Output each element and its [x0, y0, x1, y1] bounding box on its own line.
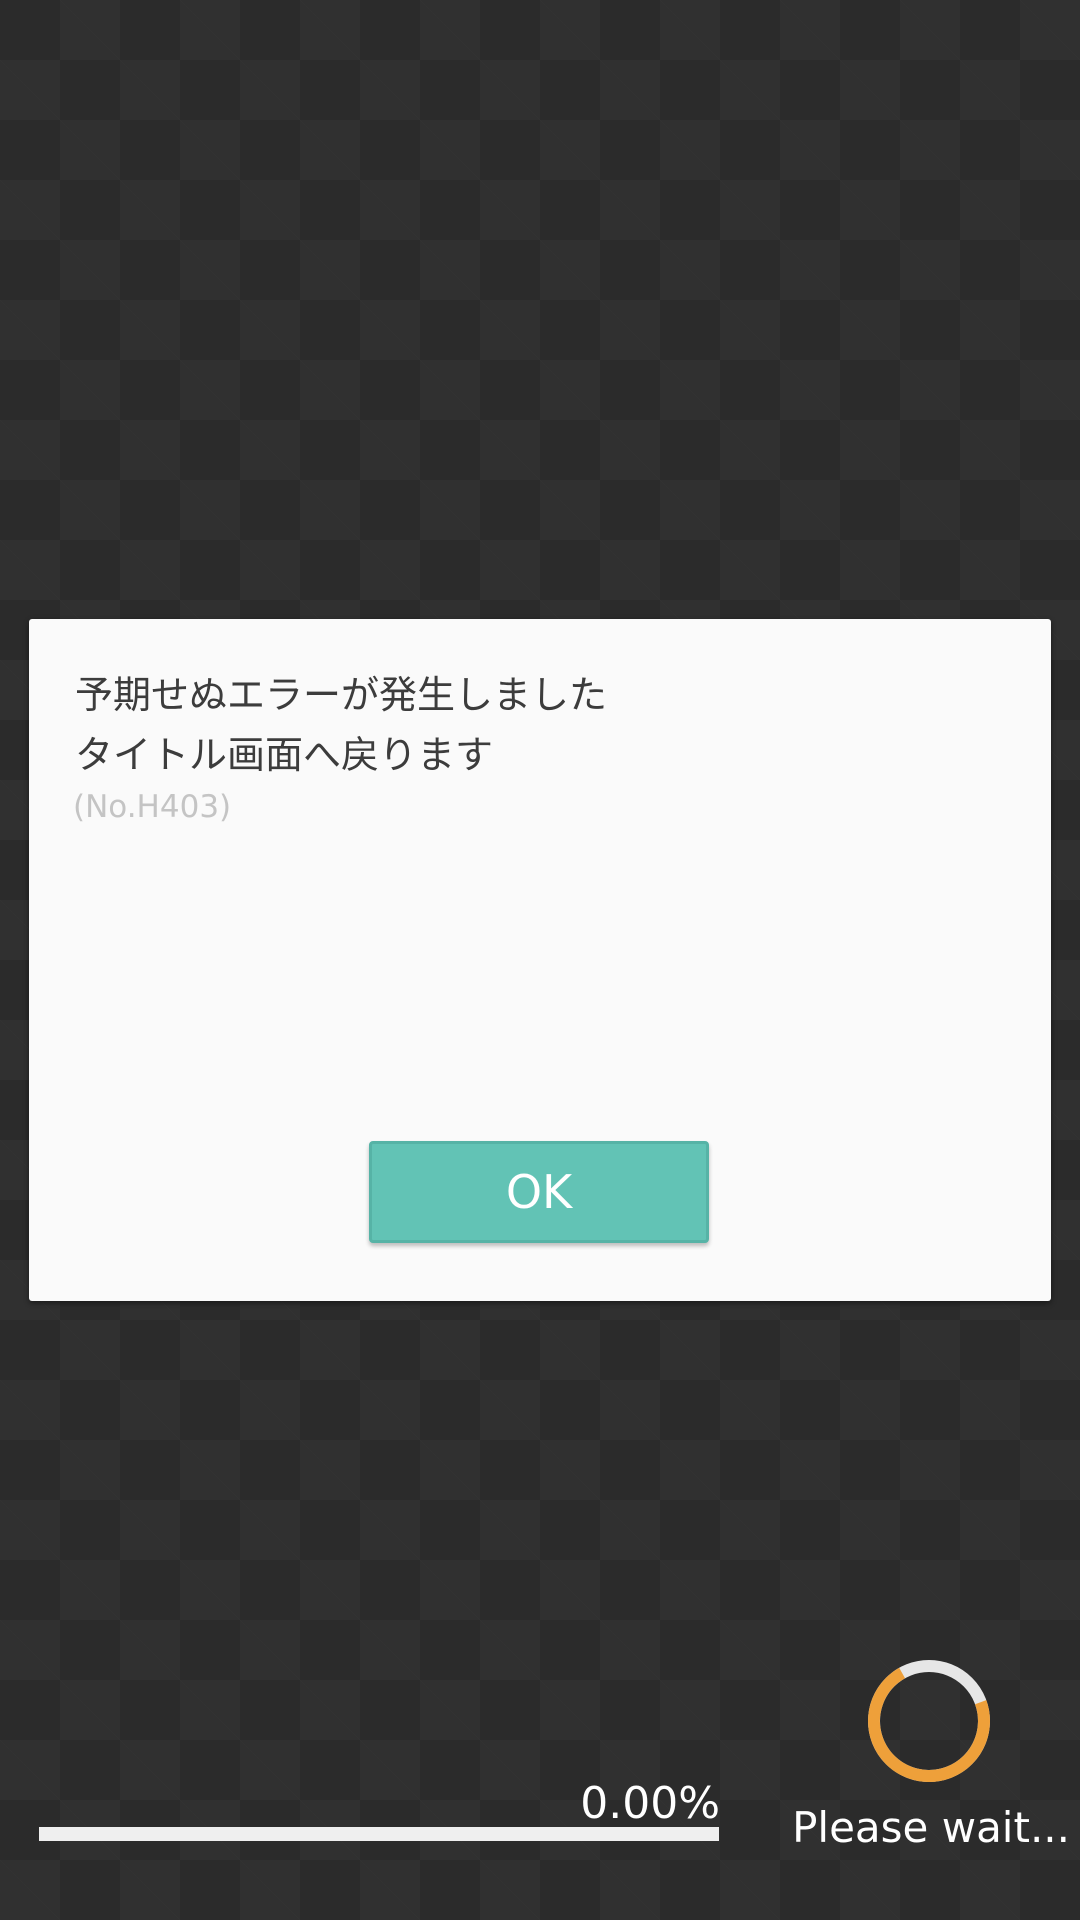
ok-button[interactable]: OK: [369, 1141, 709, 1243]
error-dialog: 予期せぬエラーが発生しました タイトル画面へ戻ります (No.H403) OK: [29, 619, 1051, 1301]
error-message-line-1: 予期せぬエラーが発生しました: [75, 673, 608, 717]
please-wait-label: Please wait...: [792, 1803, 1070, 1852]
loading-spinner-icon: [868, 1660, 990, 1782]
progress-bar: [39, 1827, 719, 1841]
error-message-line-2: タイトル画面へ戻ります: [75, 733, 494, 777]
error-message: 予期せぬエラーが発生しました タイトル画面へ戻ります: [75, 665, 1005, 785]
spinner-arc: [868, 1660, 990, 1782]
progress-percentage: 0.00%: [580, 1778, 720, 1829]
error-code: (No.H403): [73, 789, 232, 825]
